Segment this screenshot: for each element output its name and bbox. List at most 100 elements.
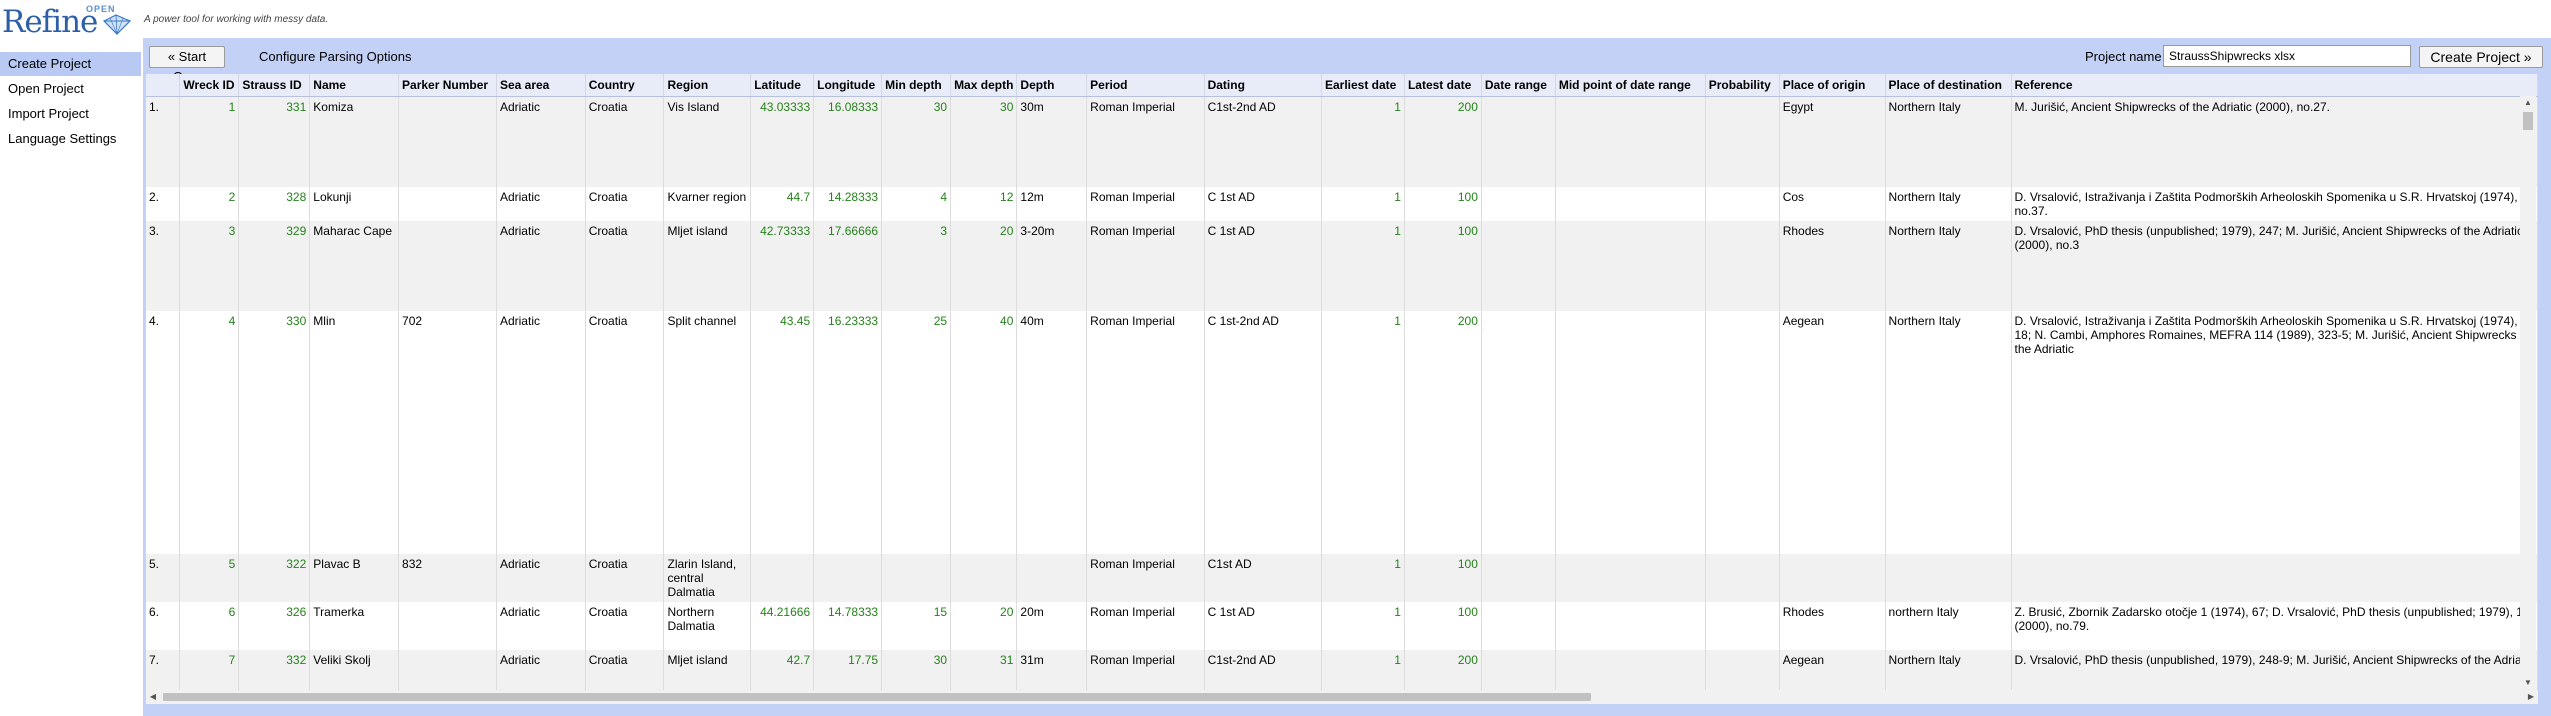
column-header[interactable]: Wreck ID — [179, 74, 240, 97]
left-nav-panel: Create Project Open Project Import Proje… — [0, 52, 141, 716]
column-header[interactable]: Latitude — [750, 74, 815, 97]
column-header[interactable]: Probability — [1705, 74, 1780, 97]
column-header[interactable]: Place of destination — [1885, 74, 2012, 97]
table-cell — [1555, 601, 1706, 650]
table-cell: Egypt — [1779, 96, 1886, 187]
table-cell — [950, 553, 1018, 602]
table-cell: Split channel — [663, 310, 752, 554]
table-cell: 7 — [179, 649, 240, 690]
table-cell: Northern Italy — [1885, 310, 2012, 554]
table-cell: D. Vrsalović, Istraživanja i Zaštita Pod… — [2011, 310, 2538, 554]
table-cell — [1705, 96, 1780, 187]
column-header[interactable]: Parker Number — [398, 74, 497, 97]
logo-diamond-icon — [102, 14, 132, 35]
nav-import-project[interactable]: Import Project — [0, 102, 141, 126]
column-header[interactable]: Earliest date — [1321, 74, 1405, 97]
column-header[interactable]: Latest date — [1404, 74, 1482, 97]
scroll-left-icon[interactable]: ◀ — [146, 690, 160, 704]
table-cell: C1st AD — [1204, 553, 1322, 602]
table-cell: Aegean — [1779, 649, 1886, 690]
column-header[interactable]: Region — [663, 74, 752, 97]
table-row: 1. 1 331 Komiza Adriatic Croatia Vis Island 43.… — [146, 96, 2538, 187]
table-cell: 1 — [1321, 553, 1405, 602]
table-cell: 702 — [398, 310, 497, 554]
column-header[interactable]: Name — [309, 74, 400, 97]
table-cell — [1885, 553, 2012, 602]
project-name-label: Project name — [2085, 49, 2162, 64]
column-header[interactable]: Reference — [2011, 74, 2538, 97]
table-cell: 200 — [1404, 310, 1482, 554]
table-cell: 4 — [179, 310, 240, 554]
scroll-up-icon[interactable]: ▲ — [2520, 96, 2536, 110]
configure-parsing-options-label: Configure Parsing Options — [259, 49, 412, 64]
table-cell: Kvarner region — [663, 186, 752, 221]
nav-language-settings[interactable]: Language Settings — [0, 127, 141, 151]
column-header[interactable]: Depth — [1016, 74, 1088, 97]
table-cell: Northern Italy — [1885, 96, 2012, 187]
table-cell: 3 — [881, 220, 952, 311]
column-header[interactable]: Mid point of date range — [1555, 74, 1706, 97]
table-cell — [1705, 553, 1780, 602]
data-table-viewport: Wreck ID Strauss ID Name Parker Number Sea a… — [146, 74, 2538, 690]
table-body: 1. 1 331 Komiza Adriatic Croatia Vis Island 43.… — [146, 96, 2538, 690]
openrefine-logo[interactable]: Refine OPEN — [2, 4, 142, 38]
table-cell — [1481, 220, 1556, 311]
table-cell: C1st-2nd AD — [1204, 96, 1322, 187]
project-name-input[interactable] — [2163, 45, 2411, 67]
table-cell — [1555, 186, 1706, 221]
create-project-button[interactable]: Create Project » — [2419, 46, 2543, 68]
table-cell: 12 — [950, 186, 1018, 221]
column-header[interactable]: Country — [585, 74, 665, 97]
table-cell — [1481, 601, 1556, 650]
column-header[interactable]: Longitude — [813, 74, 883, 97]
vertical-scrollbar[interactable]: ▲ ▼ — [2520, 96, 2536, 690]
table-cell: Aegean — [1779, 310, 1886, 554]
row-number: 2. — [146, 186, 181, 221]
table-cell: 1 — [1321, 186, 1405, 221]
table-cell: Roman Imperial — [1086, 96, 1205, 187]
parsing-toolbar: « Start Over Configure Parsing Options P… — [143, 38, 2551, 84]
table-cell: Adriatic — [496, 186, 586, 221]
table-cell: Rhodes — [1779, 601, 1886, 650]
table-cell: 43.03333 — [750, 96, 815, 187]
table-cell: Tramerka — [309, 601, 400, 650]
column-header[interactable]: Strauss ID — [238, 74, 311, 97]
table-cell: 329 — [238, 220, 311, 311]
table-cell: Roman Imperial — [1086, 649, 1205, 690]
nav-create-project[interactable]: Create Project — [0, 52, 141, 76]
table-cell — [1555, 649, 1706, 690]
table-cell: 44.7 — [750, 186, 815, 221]
table-cell: Croatia — [585, 553, 665, 602]
table-cell: 2 — [179, 186, 240, 221]
table-row: 5. 5 322 Plavac B 832 Adriatic Croatia Zlarin I… — [146, 553, 2538, 602]
table-cell: Roman Imperial — [1086, 220, 1205, 311]
column-header[interactable]: Period — [1086, 74, 1205, 97]
table-cell: 20 — [950, 601, 1018, 650]
column-header[interactable]: Sea area — [496, 74, 586, 97]
row-number: 7. — [146, 649, 181, 690]
start-over-button[interactable]: « Start Over — [149, 46, 225, 84]
table-cell: Roman Imperial — [1086, 553, 1205, 602]
table-cell: 6 — [179, 601, 240, 650]
column-header[interactable]: Dating — [1204, 74, 1322, 97]
table-cell: 30m — [1016, 96, 1088, 187]
vertical-scroll-thumb[interactable] — [2523, 112, 2533, 130]
horizontal-scroll-thumb[interactable] — [163, 693, 1591, 701]
row-number: 1. — [146, 96, 181, 187]
table-cell: 1 — [1321, 601, 1405, 650]
column-header[interactable]: Min depth — [881, 74, 952, 97]
column-header[interactable]: Place of origin — [1779, 74, 1886, 97]
table-cell — [1016, 553, 1088, 602]
column-header-index[interactable] — [146, 74, 181, 97]
table-cell: Croatia — [585, 220, 665, 311]
table-cell: 1 — [179, 96, 240, 187]
horizontal-scrollbar[interactable]: ◀ ▶ — [146, 690, 2538, 704]
nav-open-project[interactable]: Open Project — [0, 77, 141, 101]
column-header[interactable]: Date range — [1481, 74, 1556, 97]
table-cell: Croatia — [585, 601, 665, 650]
scroll-down-icon[interactable]: ▼ — [2520, 676, 2536, 690]
column-header[interactable]: Max depth — [950, 74, 1018, 97]
table-cell: Croatia — [585, 186, 665, 221]
scroll-right-icon[interactable]: ▶ — [2524, 690, 2538, 704]
table-cell: 40m — [1016, 310, 1088, 554]
